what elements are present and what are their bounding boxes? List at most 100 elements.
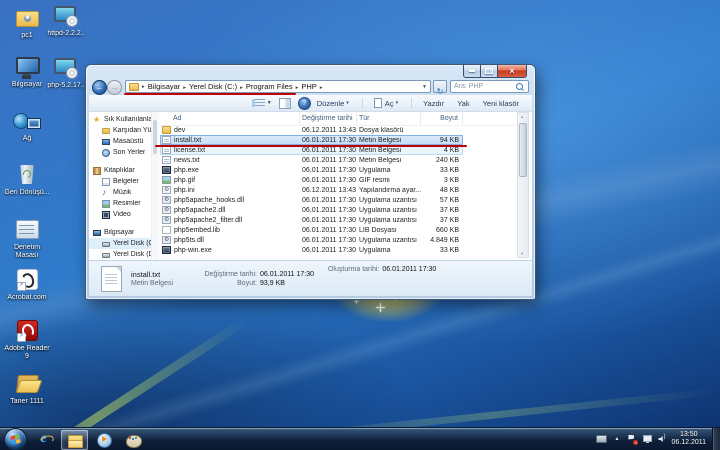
desktop-icon[interactable]: Denetim Masası bbox=[4, 217, 50, 260]
taskbar-clock[interactable]: 13:50 06.12.2011 bbox=[671, 431, 706, 447]
file-row[interactable]: php5apache2.dll 06.01.2011 17:30 Uygulam… bbox=[160, 205, 463, 215]
breadcrumb-item[interactable]: Yerel Disk (C:) bbox=[189, 82, 246, 91]
tray-icon[interactable] bbox=[596, 435, 607, 443]
sidebar-item[interactable]: Yerel Disk (C:) bbox=[89, 238, 151, 249]
file-row[interactable]: php.exe 06.01.2011 17:30 Uygulama 33 KB bbox=[160, 165, 463, 175]
toolbar-button[interactable]: Yeni klasör bbox=[483, 99, 519, 108]
file-row[interactable]: php5embed.lib 06.01.2011 17:30 LIB Dosya… bbox=[160, 225, 463, 235]
sidebar-item[interactable]: Belgeler bbox=[89, 176, 151, 187]
file-date-cell: 06.01.2011 17:30 bbox=[300, 207, 357, 214]
file-row[interactable]: php5ts.dll 06.01.2011 17:30 Uygulama uza… bbox=[160, 235, 463, 245]
column-header[interactable]: Tür bbox=[357, 112, 421, 125]
sidebar-item-icon bbox=[93, 167, 101, 175]
start-button[interactable] bbox=[4, 428, 27, 450]
tray-icon[interactable] bbox=[627, 435, 637, 444]
taskbar-app-button[interactable] bbox=[119, 430, 146, 450]
sidebar-item[interactable]: Masaüstü bbox=[89, 136, 151, 147]
desktop-icon[interactable]: Acrobat.com bbox=[4, 267, 50, 302]
sidebar-item-label: Masaüstü bbox=[113, 138, 143, 145]
sidebar-item[interactable]: Video bbox=[89, 209, 151, 220]
details-created-block: Oluşturma tarihi: 06.01.2011 17:30 bbox=[328, 266, 436, 273]
file-name-cell: license.txt bbox=[160, 146, 300, 154]
list-scrollbar[interactable] bbox=[517, 112, 529, 258]
toolbar-button[interactable]: Düzenle bbox=[317, 99, 349, 108]
details-file-icon bbox=[101, 266, 122, 292]
sidebar-item[interactable]: Müzik bbox=[89, 187, 151, 198]
desktop-icon-glyph bbox=[10, 54, 44, 80]
sidebar-item[interactable]: Resimler bbox=[89, 198, 151, 209]
sidebar-item[interactable]: Sık Kullanılanlar bbox=[89, 114, 151, 125]
breadcrumb-item[interactable]: Bilgisayar bbox=[148, 82, 189, 91]
desktop-icon[interactable]: Adobe Reader 9 bbox=[4, 318, 50, 361]
desktop-icon[interactable]: Geri Dönüşü... bbox=[4, 162, 50, 197]
close-button[interactable]: × bbox=[498, 65, 527, 78]
taskbar-app-button[interactable] bbox=[61, 430, 88, 450]
toolbar-button-label: Yazdır bbox=[423, 99, 444, 108]
sidebar-item-icon bbox=[102, 178, 110, 186]
desktop-icon[interactable]: Taner 1111 bbox=[4, 371, 50, 406]
maximize-button[interactable] bbox=[481, 65, 498, 78]
file-row[interactable]: install.txt 06.01.2011 17:30 Metin Belge… bbox=[160, 135, 463, 145]
breadcrumb-item[interactable]: Program Files bbox=[246, 82, 301, 91]
file-size-cell: 94 KB bbox=[421, 137, 463, 144]
desktop-icon[interactable]: php-5.2.17.. bbox=[43, 55, 89, 90]
forward-button[interactable]: → bbox=[107, 80, 122, 95]
file-row[interactable]: php5apache_hooks.dll 06.01.2011 17:30 Uy… bbox=[160, 195, 463, 205]
file-row[interactable]: php5apache2_filter.dll 06.01.2011 17:30 … bbox=[160, 215, 463, 225]
search-box[interactable]: Ara: PHP bbox=[450, 80, 529, 93]
file-type-cell: Uygulama uzantısı bbox=[357, 207, 421, 214]
sidebar-item-label: Müzik bbox=[113, 189, 131, 196]
sidebar-item[interactable]: Karşıdan Yüklem bbox=[89, 125, 151, 136]
show-desktop-button[interactable] bbox=[712, 428, 720, 450]
file-type-cell: Uygulama uzantısı bbox=[357, 217, 421, 224]
details-properties: Değiştirme tarihi: 06.01.2011 17:30 Boyu… bbox=[195, 271, 314, 287]
tray-icon[interactable] bbox=[613, 435, 621, 443]
file-date-cell: 06.01.2011 17:30 bbox=[300, 217, 357, 224]
desktop-icon-label: php-5.2.17.. bbox=[43, 82, 89, 90]
desktop-icon[interactable]: httpd-2.2.2.. bbox=[43, 3, 89, 38]
sidebar-item[interactable]: Bilgisayar bbox=[89, 227, 151, 238]
toolbar-button-label: Aç bbox=[385, 99, 394, 108]
preview-pane-button[interactable] bbox=[279, 98, 291, 109]
scrollbar-thumb[interactable] bbox=[519, 123, 527, 177]
sidebar-item[interactable]: Son Yerler bbox=[89, 147, 151, 158]
toolbar-button[interactable]: Yazdır bbox=[411, 98, 444, 108]
change-view-button[interactable]: ▼ bbox=[252, 99, 272, 107]
taskbar-app-button[interactable] bbox=[90, 430, 117, 450]
file-date-cell: 06.01.2011 17:30 bbox=[300, 137, 357, 144]
file-type-icon bbox=[162, 236, 171, 244]
file-type-cell: Uygulama uzantısı bbox=[357, 237, 421, 244]
column-header[interactable]: Boyut bbox=[421, 112, 463, 125]
column-header[interactable]: Değiştirme tarihi bbox=[300, 112, 357, 125]
toolbar-button[interactable]: Aç bbox=[362, 98, 398, 108]
toolbar-button-label: Yeni klasör bbox=[483, 99, 519, 108]
column-header[interactable]: Ad bbox=[160, 112, 300, 125]
sidebar-item[interactable]: Yerel Disk (D:) bbox=[89, 249, 151, 260]
file-name: php.gif bbox=[174, 177, 195, 184]
address-bar[interactable]: ▸ BilgisayarYerel Disk (C:)Program Files… bbox=[125, 80, 431, 93]
sidebar-scrollbar[interactable] bbox=[151, 112, 159, 260]
toolbar-button[interactable]: Yak bbox=[457, 99, 469, 108]
file-row[interactable]: php.gif 06.01.2011 17:30 GIF resmi 3 KB bbox=[160, 175, 463, 185]
help-button[interactable]: ? bbox=[298, 97, 311, 110]
minimize-button[interactable] bbox=[463, 65, 481, 78]
file-row[interactable]: php-win.exe 06.01.2011 17:30 Uygulama 33… bbox=[160, 245, 463, 255]
tray-icon[interactable] bbox=[658, 435, 667, 443]
file-row[interactable]: news.txt 06.01.2011 17:30 Metin Belgesi … bbox=[160, 155, 463, 165]
tray-icon[interactable] bbox=[643, 435, 652, 443]
chevron-down-icon[interactable]: ▼ bbox=[422, 84, 427, 90]
breadcrumb-item[interactable]: PHP bbox=[301, 82, 325, 91]
file-row[interactable]: dev 06.12.2011 13:43 Dosya klasörü bbox=[160, 125, 463, 135]
back-button[interactable]: ← bbox=[92, 80, 107, 95]
refresh-button[interactable] bbox=[433, 80, 447, 93]
file-size-cell: 660 KB bbox=[421, 227, 463, 234]
taskbar-app-icon bbox=[67, 432, 83, 448]
sidebar-item-icon bbox=[102, 211, 110, 219]
file-name-cell: php.ini bbox=[160, 186, 300, 194]
desktop-icon[interactable]: Ağ bbox=[4, 108, 50, 143]
sidebar-item[interactable]: Kitaplıklar bbox=[89, 165, 151, 176]
scrollbar-thumb[interactable] bbox=[153, 120, 157, 154]
taskbar-app-button[interactable] bbox=[32, 430, 59, 450]
file-size-cell: 57 KB bbox=[421, 197, 463, 204]
file-row[interactable]: php.ini 06.12.2011 13:43 Yapılandırma ay… bbox=[160, 185, 463, 195]
